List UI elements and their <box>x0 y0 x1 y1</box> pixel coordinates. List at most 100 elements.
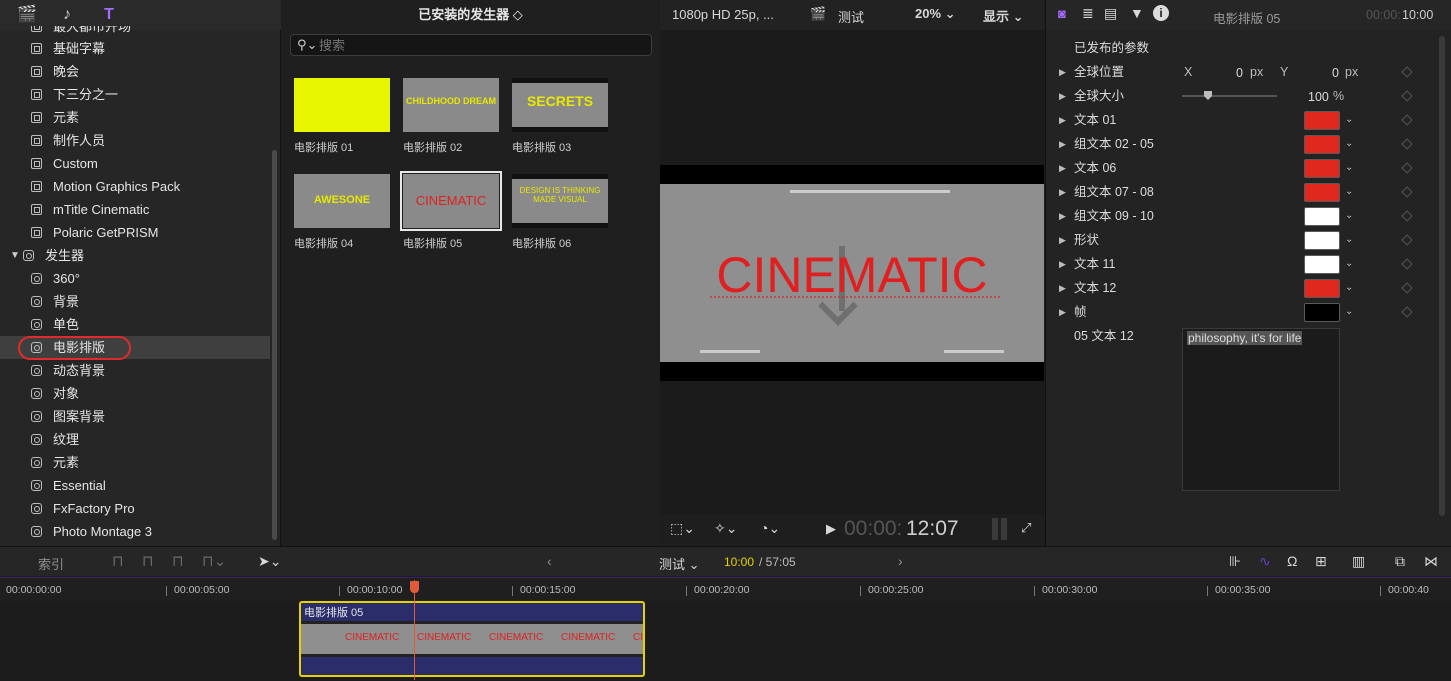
color-swatch[interactable] <box>1304 279 1340 298</box>
timeline-tracks[interactable] <box>0 601 1451 681</box>
keyframe-diamond-icon[interactable] <box>1401 282 1413 294</box>
generator-inspector-icon[interactable]: ◙ <box>1058 6 1066 21</box>
param-color-row[interactable]: ▶ 组文本 07 - 08 ⌄ <box>1046 180 1436 204</box>
chevron-down-icon[interactable]: ⌄ <box>1345 204 1353 228</box>
thumbnail-06[interactable]: DESIGN IS THINKING MADE VISUAL <box>512 174 608 228</box>
speed-icon[interactable]: ◔⌄ <box>760 520 780 537</box>
y-value[interactable]: 0 <box>1332 61 1339 85</box>
thumbnail-02[interactable]: CHILDHOOD DREAM <box>403 78 499 132</box>
sidebar-item-polaric[interactable]: Polaric GetPRISM <box>0 221 270 244</box>
color-swatch[interactable] <box>1304 303 1340 322</box>
connect-clip-icon[interactable]: ⊓ <box>112 552 124 570</box>
clapper-library-icon[interactable]: 🎬 <box>17 5 37 25</box>
disclosure-triangle-icon[interactable]: ▶ <box>1059 252 1066 276</box>
sidebar-item-custom[interactable]: Custom <box>0 152 270 175</box>
format-label[interactable]: 1080p HD 25p, ... <box>672 7 774 22</box>
arrow-tool-icon[interactable]: ➤⌄ <box>258 553 281 570</box>
disclosure-triangle-icon[interactable]: ▶ <box>1059 180 1066 204</box>
sidebar-item-mtitle-cinematic[interactable]: mTitle Cinematic <box>0 198 270 221</box>
color-swatch[interactable] <box>1304 159 1340 178</box>
playhead-line[interactable] <box>414 580 415 680</box>
inspector-scrollbar[interactable] <box>1439 36 1445 516</box>
disclosure-triangle-icon[interactable]: ▼ <box>10 244 20 267</box>
disclosure-triangle-icon[interactable]: ▶ <box>1059 300 1066 324</box>
sidebar-item-animated-backgrounds[interactable]: 动态背景 <box>0 359 270 382</box>
thumbnail-04[interactable]: AWESONE <box>294 174 390 228</box>
audio-skimming-icon[interactable]: ∿ <box>1259 553 1271 570</box>
titles-generators-icon[interactable]: T <box>99 5 119 25</box>
disclosure-triangle-icon[interactable]: ▶ <box>1059 204 1066 228</box>
sidebar-item-lower-thirds[interactable]: 下三分之一 <box>0 83 270 106</box>
keyframe-diamond-icon[interactable] <box>1401 162 1413 174</box>
sidebar-scrollbar[interactable] <box>272 150 277 540</box>
sidebar-item-backgrounds[interactable]: 背景 <box>0 290 270 313</box>
text-12-value[interactable]: philosophy, it's for life <box>1187 331 1303 345</box>
keyframe-diamond-icon[interactable] <box>1401 90 1413 102</box>
video-frame[interactable]: CINEMATIC <box>660 165 1044 381</box>
scale-slider-track[interactable] <box>1182 95 1277 97</box>
param-color-row[interactable]: ▶ 文本 06 ⌄ <box>1046 156 1436 180</box>
headphones-icon[interactable]: Ω <box>1287 553 1297 569</box>
search-input[interactable] <box>319 36 619 54</box>
keyframe-diamond-icon[interactable] <box>1401 306 1413 318</box>
keyframe-diamond-icon[interactable] <box>1401 138 1413 150</box>
keyframe-diamond-icon[interactable] <box>1401 258 1413 270</box>
param-global-position[interactable]: ▶ 全球位置 X 0 px Y 0 px <box>1046 60 1436 84</box>
disclosure-triangle-icon[interactable]: ▶ <box>1059 60 1066 84</box>
keyframe-diamond-icon[interactable] <box>1401 114 1413 126</box>
music-photos-icon[interactable]: ♪ <box>57 5 77 25</box>
disclosure-triangle-icon[interactable]: ▶ <box>1059 108 1066 132</box>
param-color-row[interactable]: ▶ 文本 01 ⌄ <box>1046 108 1436 132</box>
sidebar-item-objects[interactable]: 对象 <box>0 382 270 405</box>
keyframe-diamond-icon[interactable] <box>1401 210 1413 222</box>
chevron-down-icon[interactable]: ⌄ <box>1345 300 1353 324</box>
x-value[interactable]: 0 <box>1236 61 1243 85</box>
disclosure-triangle-icon[interactable]: ▶ <box>1059 156 1066 180</box>
thumbnail-01[interactable] <box>294 78 390 132</box>
disclosure-triangle-icon[interactable]: ▶ <box>1059 276 1066 300</box>
zoom-dropdown[interactable]: 20% ⌄ <box>915 6 956 22</box>
video-inspector-icon[interactable]: ▤ <box>1104 5 1117 22</box>
sidebar-item-essential[interactable]: Essential <box>0 474 270 497</box>
scale-value[interactable]: 100 <box>1308 85 1329 109</box>
transitions-browser-icon[interactable]: ⋈ <box>1424 553 1438 570</box>
info-icon[interactable]: i <box>1153 5 1169 21</box>
clip-appearance-icon[interactable]: ▥ <box>1352 553 1365 570</box>
sidebar-item-photo-montage-3[interactable]: Photo Montage 3 <box>0 520 270 543</box>
disclosure-triangle-icon[interactable]: ▶ <box>1059 84 1066 108</box>
sidebar-item-elements[interactable]: 元素 <box>0 106 270 129</box>
sidebar-item-solids[interactable]: 单色 <box>0 313 270 336</box>
color-swatch[interactable] <box>1304 183 1340 202</box>
sidebar-item-motion-graphics-pack[interactable]: Motion Graphics Pack <box>0 175 270 198</box>
chevron-down-icon[interactable]: ⌄ <box>1345 252 1353 276</box>
forward-icon[interactable]: › <box>898 553 903 569</box>
color-swatch[interactable] <box>1304 207 1340 226</box>
param-color-row[interactable]: ▶ 组文本 09 - 10 ⌄ <box>1046 204 1436 228</box>
sidebar-item-pattern-backgrounds[interactable]: 图案背景 <box>0 405 270 428</box>
color-swatch[interactable] <box>1304 231 1340 250</box>
param-global-scale[interactable]: ▶ 全球大小 100 % <box>1046 84 1436 108</box>
text-inspector-icon[interactable]: ≣ <box>1082 5 1094 22</box>
chevron-down-icon[interactable]: ⌄ <box>1345 276 1353 300</box>
browser-title[interactable]: 已安装的发生器 ◇ <box>282 0 659 30</box>
display-dropdown[interactable]: 显示 ⌄ <box>983 6 1024 25</box>
timeline-clip[interactable]: 电影排版 05 CINEMATIC CINEMATIC CINEMATIC CI… <box>299 601 645 677</box>
chevron-down-icon[interactable]: ⌄ <box>1345 228 1353 252</box>
param-color-row[interactable]: ▶ 组文本 02 - 05 ⌄ <box>1046 132 1436 156</box>
color-swatch[interactable] <box>1304 111 1340 130</box>
chevron-down-icon[interactable]: ⌄ <box>1345 180 1353 204</box>
param-color-row[interactable]: ▶ 文本 12 ⌄ <box>1046 276 1436 300</box>
playhead-handle[interactable] <box>410 581 419 593</box>
sidebar-item-fxfactory-pro[interactable]: FxFactory Pro <box>0 497 270 520</box>
transform-icon[interactable]: ⬚⌄ <box>670 520 695 537</box>
magic-wand-icon[interactable]: ✧⌄ <box>714 520 737 537</box>
index-button[interactable]: 索引 <box>38 554 64 573</box>
keyframe-diamond-icon[interactable] <box>1401 186 1413 198</box>
disclosure-triangle-icon[interactable]: ▶ <box>1059 228 1066 252</box>
sidebar-item-basic-titles[interactable]: 基础字幕 <box>0 37 270 60</box>
sidebar-item-credits[interactable]: 制作人员 <box>0 129 270 152</box>
snapping-icon[interactable]: ⊞ <box>1315 553 1327 570</box>
thumbnail-05[interactable]: CINEMATIC <box>400 171 502 231</box>
skimming-icon[interactable]: ⊪ <box>1229 553 1241 570</box>
thumbnail-03[interactable]: SECRETS <box>512 78 608 132</box>
